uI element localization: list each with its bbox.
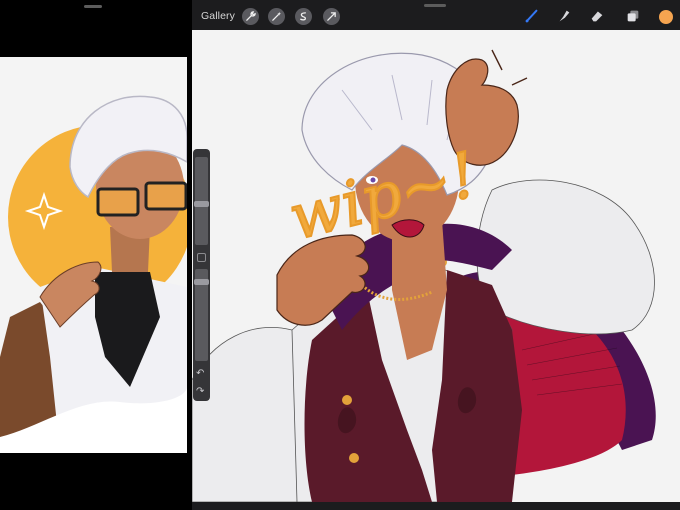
drawing-canvas[interactable]: wip~! [192, 30, 680, 502]
magic-wand-icon[interactable] [268, 8, 285, 25]
canvas-artwork: wip~! [192, 49, 656, 502]
undo-icon[interactable]: ↶ [196, 369, 204, 379]
procreate-main-pane: Gallery wip~! [192, 0, 680, 510]
wrench-icon[interactable] [242, 8, 259, 25]
reference-pane[interactable] [0, 0, 189, 510]
eraser-icon[interactable] [588, 7, 606, 25]
gallery-button[interactable]: Gallery [201, 10, 235, 22]
top-toolbar: Gallery [192, 0, 680, 30]
selection-icon[interactable] [295, 8, 312, 25]
redo-icon[interactable]: ↷ [196, 387, 204, 397]
color-picker-button[interactable] [659, 10, 673, 24]
layers-icon[interactable] [624, 7, 642, 25]
modify-button[interactable] [197, 253, 206, 262]
reference-artwork [0, 57, 187, 453]
transform-icon[interactable] [323, 8, 340, 25]
reference-drag-handle[interactable] [84, 5, 102, 8]
brush-opacity-knob[interactable] [194, 279, 209, 285]
smudge-icon[interactable] [555, 7, 573, 25]
bottom-edge [192, 502, 680, 510]
brush-icon[interactable] [523, 7, 541, 25]
brush-sidebar[interactable]: ↶ ↷ [193, 149, 210, 401]
brush-size-knob[interactable] [194, 201, 209, 207]
